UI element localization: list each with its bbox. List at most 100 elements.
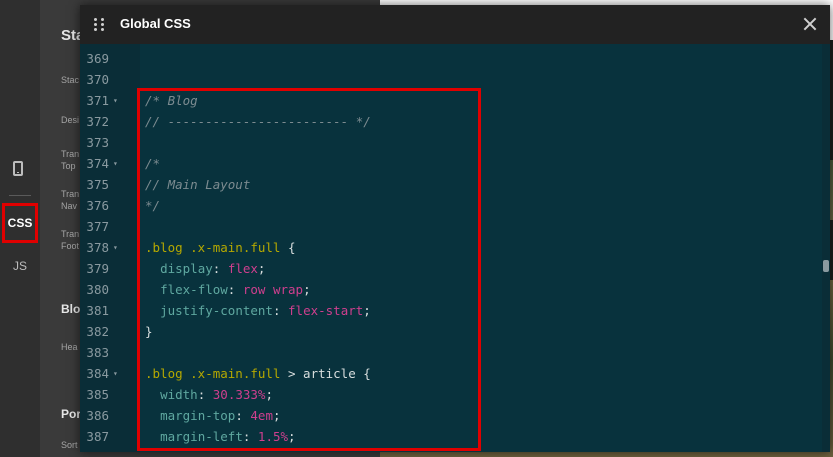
code-line[interactable]: 382}: [80, 321, 820, 342]
line-number: 387: [86, 429, 109, 444]
line-number: 382: [86, 324, 109, 339]
code-token: display: [160, 261, 213, 276]
code-token: margin-top: [160, 408, 236, 423]
css-button[interactable]: CSS: [2, 203, 38, 243]
code-token: ;: [303, 282, 311, 297]
panel-label: Stac: [61, 75, 80, 85]
code-line[interactable]: 386 margin-top: 4em;: [80, 405, 820, 426]
global-css-modal: Global CSS 369 370 371 ▾ /* Blog 372 // ------…: [80, 5, 830, 452]
code-line[interactable]: 377: [80, 216, 820, 237]
code-text: margin-top: 4em;: [145, 405, 280, 426]
code-text: /* Blog: [145, 90, 198, 111]
panel-label: Desi: [61, 115, 80, 125]
code-line[interactable]: 370: [80, 69, 820, 90]
js-button[interactable]: JS: [0, 256, 40, 276]
code-text: display: flex;: [145, 258, 265, 279]
code-line[interactable]: 387 margin-left: 1.5%;: [80, 426, 820, 447]
code-line[interactable]: 381 justify-content: flex-start;: [80, 300, 820, 321]
toolbar-divider: [9, 195, 31, 196]
code-line[interactable]: 379 display: flex;: [80, 258, 820, 279]
code-token: 30.333%: [212, 387, 266, 402]
code-token: // ------------------------ */: [145, 114, 371, 129]
modal-title: Global CSS: [120, 16, 191, 31]
line-number: 375: [86, 177, 109, 192]
line-number: 374: [86, 156, 109, 171]
line-number: 376: [86, 198, 109, 213]
scrollbar-thumb[interactable]: [823, 260, 829, 272]
code-line[interactable]: 385 width: 30.333%;: [80, 384, 820, 405]
code-token: ;: [257, 261, 266, 276]
fold-arrow-icon[interactable]: ▾: [113, 153, 123, 174]
panel-label: Hea: [61, 342, 78, 352]
code-token: :: [235, 408, 251, 423]
line-number: 377: [86, 219, 109, 234]
code-line[interactable]: 373: [80, 132, 820, 153]
code-token: ;: [265, 387, 273, 402]
code-token: :: [227, 282, 243, 297]
code-text: .blog .x-main.full {: [145, 237, 296, 258]
fold-arrow-icon[interactable]: ▾: [113, 90, 123, 111]
line-number: 380: [86, 282, 109, 297]
code-line[interactable]: 369: [80, 48, 820, 69]
drag-handle-icon[interactable]: [94, 18, 106, 32]
line-number: 386: [86, 408, 109, 423]
code-token: }: [145, 324, 153, 339]
close-icon[interactable]: [802, 16, 818, 32]
code-line[interactable]: 376 */: [80, 195, 820, 216]
modal-header[interactable]: Global CSS: [80, 5, 830, 44]
line-number: 383: [86, 345, 109, 360]
code-token: flex: [227, 261, 258, 276]
code-line[interactable]: 371 ▾ /* Blog: [80, 90, 820, 111]
scrollbar[interactable]: [822, 44, 830, 452]
line-number: 381: [86, 303, 109, 318]
panel-label: Tran Top: [61, 149, 80, 171]
code-line[interactable]: 374 ▾ /*: [80, 153, 820, 174]
code-line[interactable]: 383: [80, 342, 820, 363]
code-token: justify-content: [160, 303, 273, 318]
code-line[interactable]: 375 // Main Layout: [80, 174, 820, 195]
code-token: /* Blog: [145, 93, 198, 108]
mobile-icon[interactable]: [13, 161, 23, 176]
line-number: 385: [86, 387, 109, 402]
code-line[interactable]: 372 // ------------------------ */: [80, 111, 820, 132]
code-token: // Main Layout: [145, 177, 251, 192]
code-line[interactable]: 380 flex-flow: row wrap;: [80, 279, 820, 300]
code-token: .blog .x-main.full: [145, 240, 281, 255]
code-text: /*: [145, 153, 160, 174]
code-editor[interactable]: 369 370 371 ▾ /* Blog 372 // -----------------…: [80, 44, 830, 452]
code-token: 1.5%: [257, 429, 289, 444]
code-token: :: [212, 261, 228, 276]
fold-arrow-icon[interactable]: ▾: [113, 237, 123, 258]
code-text: */: [145, 195, 160, 216]
code-token: > article {: [280, 366, 371, 381]
code-line[interactable]: 378 ▾ .blog .x-main.full {: [80, 237, 820, 258]
code-token: /*: [145, 156, 161, 171]
code-line[interactable]: 384 ▾ .blog .x-main.full > article {: [80, 363, 820, 384]
line-number: 379: [86, 261, 109, 276]
code-text: // Main Layout: [145, 174, 250, 195]
code-token: flex-flow: [160, 282, 228, 297]
code-token: width: [160, 387, 198, 402]
line-number: 372: [86, 114, 109, 129]
fold-arrow-icon[interactable]: ▾: [113, 363, 123, 384]
code-text: justify-content: flex-start;: [145, 300, 371, 321]
code-token: {: [280, 240, 296, 255]
left-toolbar: CSS JS: [0, 0, 41, 457]
panel-label: Tran Foot: [61, 229, 80, 251]
panel-label: Tran Nav: [61, 189, 80, 211]
code-token: ;: [363, 303, 371, 318]
line-number: 373: [86, 135, 109, 150]
code-token: :: [242, 429, 258, 444]
code-text: width: 30.333%;: [145, 384, 273, 405]
code-token: .blog .x-main.full: [145, 366, 281, 381]
code-text: flex-flow: row wrap;: [145, 279, 311, 300]
code-text: // ------------------------ */: [145, 111, 371, 132]
line-number: 384: [86, 366, 109, 381]
code-token: :: [197, 387, 213, 402]
code-token: margin-left: [160, 429, 243, 444]
panel-label: Sort: [61, 440, 78, 450]
